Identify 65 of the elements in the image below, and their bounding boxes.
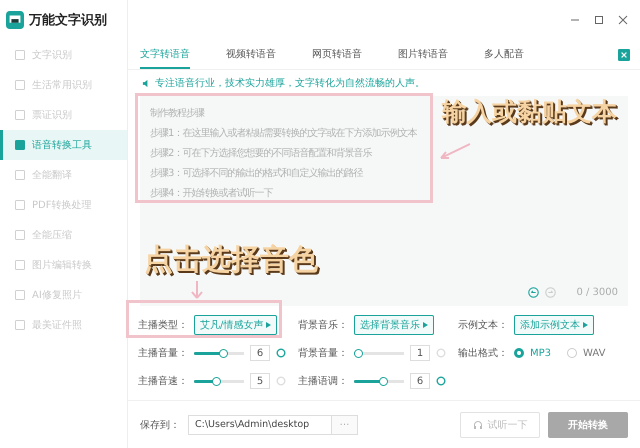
guide-text: 制作教程步骤 [150,106,204,121]
setting-label: 主播类型： [138,318,188,332]
tab[interactable]: 网页转语音 [312,40,362,69]
item-icon [15,80,25,90]
slider-value[interactable]: 6 [250,345,270,361]
item-icon [15,230,25,240]
setting-label: 背景音量： [298,346,348,360]
item-icon [15,320,25,330]
reset-icon[interactable] [436,376,446,386]
radio-button[interactable] [567,348,578,358]
setting-label: 主播音速： [138,374,188,388]
guide-text: 步骤3：可选择不同的输出的格式和自定义输出的路径 [150,166,362,181]
picker-button[interactable]: 艾凡/情感女声 [194,315,278,335]
format-option[interactable]: MP3 [530,348,552,358]
caret-icon [583,322,588,328]
radio-button[interactable] [514,348,524,358]
caret-icon [266,322,272,328]
guide-text: 步骤2：可在下方选择您想要的不同语音配置和背景音乐 [150,146,372,161]
save-label: 保存到： [140,418,180,432]
item-icon [15,140,25,150]
tab[interactable]: 文字转语音 [140,40,190,69]
maximize-icon[interactable] [594,15,604,25]
slider-thumb[interactable] [378,376,388,386]
item-icon [15,290,25,300]
logo-icon [6,11,24,29]
setting-label: 示例文本： [458,318,508,332]
annotation-arrow [438,142,472,162]
path-field[interactable]: C:\Users\Admin\desktop ··· [188,414,358,434]
close-icon[interactable] [618,15,628,25]
setting-label: 背景音乐： [298,318,348,332]
slider-value[interactable]: 5 [250,373,270,389]
item-icon [15,200,25,210]
close-icon[interactable] [618,48,630,60]
character-counter: 0 / 3000 [576,287,618,298]
tab[interactable]: 视频转语音 [226,40,276,69]
browse-button[interactable]: ··· [331,416,357,434]
caret-icon [423,322,428,328]
tab[interactable]: 图片转语音 [398,40,448,69]
setting-label: 主播语调： [298,374,348,388]
item-icon [15,170,25,180]
annotation-arrow [190,280,204,300]
undo-icon[interactable] [528,287,540,298]
sidebar-item[interactable]: 语音转换工具 [0,130,127,160]
slider-thumb[interactable] [212,376,222,386]
setting-label: 输出格式： [458,346,508,360]
item-icon [15,50,25,60]
picker-button[interactable]: 添加示例文本 [514,315,594,335]
slider-thumb[interactable] [218,348,228,358]
picker-button[interactable]: 选择背景音乐 [354,315,434,335]
notice-text: 专注语音行业，技术实力雄厚，文字转化为自然流畅的人声。 [155,76,425,90]
setting-label: 主播音量： [138,346,188,360]
item-icon [15,260,25,270]
annotation-text: 点击选择音色 [144,241,318,278]
slider-value[interactable]: 1 [410,345,430,361]
guide-text: 步骤1：在这里输入或者粘贴需要转换的文字或在下方添加示例文本 [150,126,416,141]
format-option[interactable]: WAV [583,348,606,358]
item-icon [15,110,25,120]
slider-value[interactable]: 6 [410,373,430,389]
slider-thumb[interactable] [354,348,363,358]
headphones-icon [472,420,482,430]
tab[interactable]: 多人配音 [484,40,524,69]
annotation-text: 输入或黏贴文本 [442,96,617,128]
app-title: 万能文字识别 [29,12,107,29]
guide-text: 步骤4：开始转换或者试听一下 [150,186,272,201]
reset-icon[interactable] [276,348,286,358]
